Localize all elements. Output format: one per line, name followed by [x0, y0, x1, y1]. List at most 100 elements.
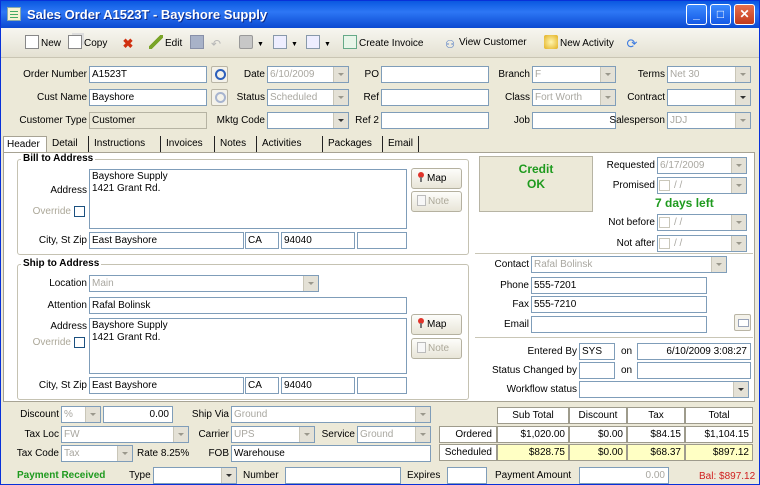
tab-packages[interactable]: Packages [325, 136, 383, 152]
refresh-button[interactable]: ⟳ [625, 35, 641, 51]
ship-location-field[interactable]: Main [89, 275, 319, 292]
undo-button[interactable]: ↶ [209, 35, 225, 51]
bill-override-checkbox[interactable] [74, 206, 85, 217]
not-after-checkbox[interactable] [659, 238, 670, 249]
order-number-field[interactable]: A1523T [89, 66, 207, 83]
ship-via-dropdown-icon[interactable] [415, 407, 430, 422]
service-field[interactable]: Ground [357, 426, 431, 443]
workflow-dropdown-icon[interactable] [733, 382, 748, 397]
date-field[interactable]: 6/10/2009 [267, 66, 349, 83]
ship-zip-field[interactable]: 94040 [281, 377, 355, 394]
save-button[interactable] [190, 35, 206, 51]
salesperson-field[interactable]: JDJ [667, 112, 751, 129]
po-field[interactable] [381, 66, 489, 83]
ship-zip-ext-field[interactable] [357, 377, 407, 394]
discount-value-field[interactable]: 0.00 [103, 406, 173, 423]
bill-state-field[interactable]: CA [245, 232, 279, 249]
new-button[interactable]: New [25, 35, 61, 51]
bill-zip-ext-field[interactable] [357, 232, 407, 249]
carrier-dropdown-icon[interactable] [299, 427, 314, 442]
not-before-dropdown-icon[interactable] [731, 215, 746, 230]
status-field[interactable]: Scheduled [267, 89, 349, 106]
email-field[interactable] [531, 316, 707, 333]
view-customer-button[interactable]: ⚇ View Customer [443, 35, 527, 51]
fob-field[interactable]: Warehouse [231, 445, 431, 462]
class-dropdown-icon[interactable] [600, 90, 615, 105]
requested-field[interactable]: 6/17/2009 [657, 157, 747, 174]
branch-field[interactable]: F [532, 66, 616, 83]
payment-number-field[interactable] [285, 467, 401, 484]
contact-dropdown-icon[interactable] [711, 257, 726, 272]
tax-code-field[interactable]: Tax [61, 445, 133, 462]
discount-type-dropdown-icon[interactable] [85, 407, 100, 422]
bill-note-button[interactable]: Note [411, 191, 462, 212]
delete-button[interactable]: ✖ [121, 35, 137, 51]
ship-via-field[interactable]: Ground [231, 406, 431, 423]
carrier-field[interactable]: UPS [231, 426, 315, 443]
print-button[interactable]: ▼ [239, 35, 264, 51]
ship-city-field[interactable]: East Bayshore [89, 377, 244, 394]
status-dropdown-icon[interactable] [333, 90, 348, 105]
tab-activities[interactable]: Activities [259, 136, 323, 152]
create-invoice-button[interactable]: Create Invoice [343, 35, 423, 51]
mktg-code-field[interactable] [267, 112, 349, 129]
order-lookup-search-icon[interactable] [211, 66, 228, 83]
payment-amount-field[interactable]: 0.00 [579, 467, 669, 484]
requested-dropdown-icon[interactable] [731, 158, 746, 173]
tab-email[interactable]: Email [385, 136, 419, 152]
expires-field[interactable] [447, 467, 487, 484]
ref-field[interactable] [381, 89, 489, 106]
workflow-field[interactable] [579, 381, 749, 398]
promised-checkbox[interactable] [659, 180, 670, 191]
tab-detail[interactable]: Detail [49, 136, 89, 152]
date-dropdown-icon[interactable] [333, 67, 348, 82]
bill-map-button[interactable]: Map [411, 168, 462, 189]
copy-button[interactable]: Copy [68, 35, 107, 51]
terms-field[interactable]: Net 30 [667, 66, 751, 83]
mktg-code-dropdown-icon[interactable] [333, 113, 348, 128]
class-field[interactable]: Fort Worth [532, 89, 616, 106]
customer-lookup-search-icon[interactable] [211, 89, 228, 106]
contact-field[interactable]: Rafal Bolinsk [531, 256, 727, 273]
email-envelope-icon[interactable] [734, 314, 751, 331]
tax-code-dropdown-icon[interactable] [117, 446, 132, 461]
bill-city-field[interactable]: East Bayshore [89, 232, 244, 249]
cust-name-field[interactable]: Bayshore [89, 89, 207, 106]
salesperson-dropdown-icon[interactable] [735, 113, 750, 128]
contract-dropdown-icon[interactable] [735, 90, 750, 105]
tab-notes[interactable]: Notes [217, 136, 257, 152]
report-button[interactable]: ▼ [273, 35, 298, 51]
title-bar[interactable]: Sales Order A1523T - Bayshore Supply _ □… [1, 1, 759, 28]
location-dropdown-icon[interactable] [303, 276, 318, 291]
branch-dropdown-icon[interactable] [600, 67, 615, 82]
ship-state-field[interactable]: CA [245, 377, 279, 394]
tab-instructions[interactable]: Instructions [91, 136, 161, 152]
tax-loc-field[interactable]: FW [61, 426, 189, 443]
close-button[interactable]: ✕ [734, 4, 755, 25]
payment-type-dropdown-icon[interactable] [221, 468, 236, 483]
promised-field[interactable]: / / [657, 177, 747, 194]
minimize-button[interactable]: _ [686, 4, 707, 25]
promised-dropdown-icon[interactable] [731, 178, 746, 193]
tab-invoices[interactable]: Invoices [163, 136, 215, 152]
not-before-checkbox[interactable] [659, 217, 670, 228]
bill-address-field[interactable]: Bayshore Supply 1421 Grant Rd. [89, 169, 407, 229]
discount-type-field[interactable]: % [61, 406, 101, 423]
new-activity-button[interactable]: New Activity [544, 35, 614, 51]
phone-field[interactable]: 555-7201 [531, 277, 707, 294]
ship-attention-field[interactable]: Rafal Bolinsk [89, 297, 407, 314]
payment-type-field[interactable] [153, 467, 237, 484]
ship-address-field[interactable]: Bayshore Supply 1421 Grant Rd. [89, 318, 407, 374]
not-after-dropdown-icon[interactable] [731, 236, 746, 251]
fax-field[interactable]: 555-7210 [531, 296, 707, 313]
ship-override-checkbox[interactable] [74, 337, 85, 348]
tax-loc-dropdown-icon[interactable] [173, 427, 188, 442]
contract-field[interactable] [667, 89, 751, 106]
maximize-button[interactable]: □ [710, 4, 731, 25]
document-button[interactable]: ▼ [306, 35, 331, 51]
service-dropdown-icon[interactable] [415, 427, 430, 442]
not-before-field[interactable]: / / [657, 214, 747, 231]
ref2-field[interactable] [381, 112, 489, 129]
bill-zip-field[interactable]: 94040 [281, 232, 355, 249]
ship-note-button[interactable]: Note [411, 338, 462, 359]
